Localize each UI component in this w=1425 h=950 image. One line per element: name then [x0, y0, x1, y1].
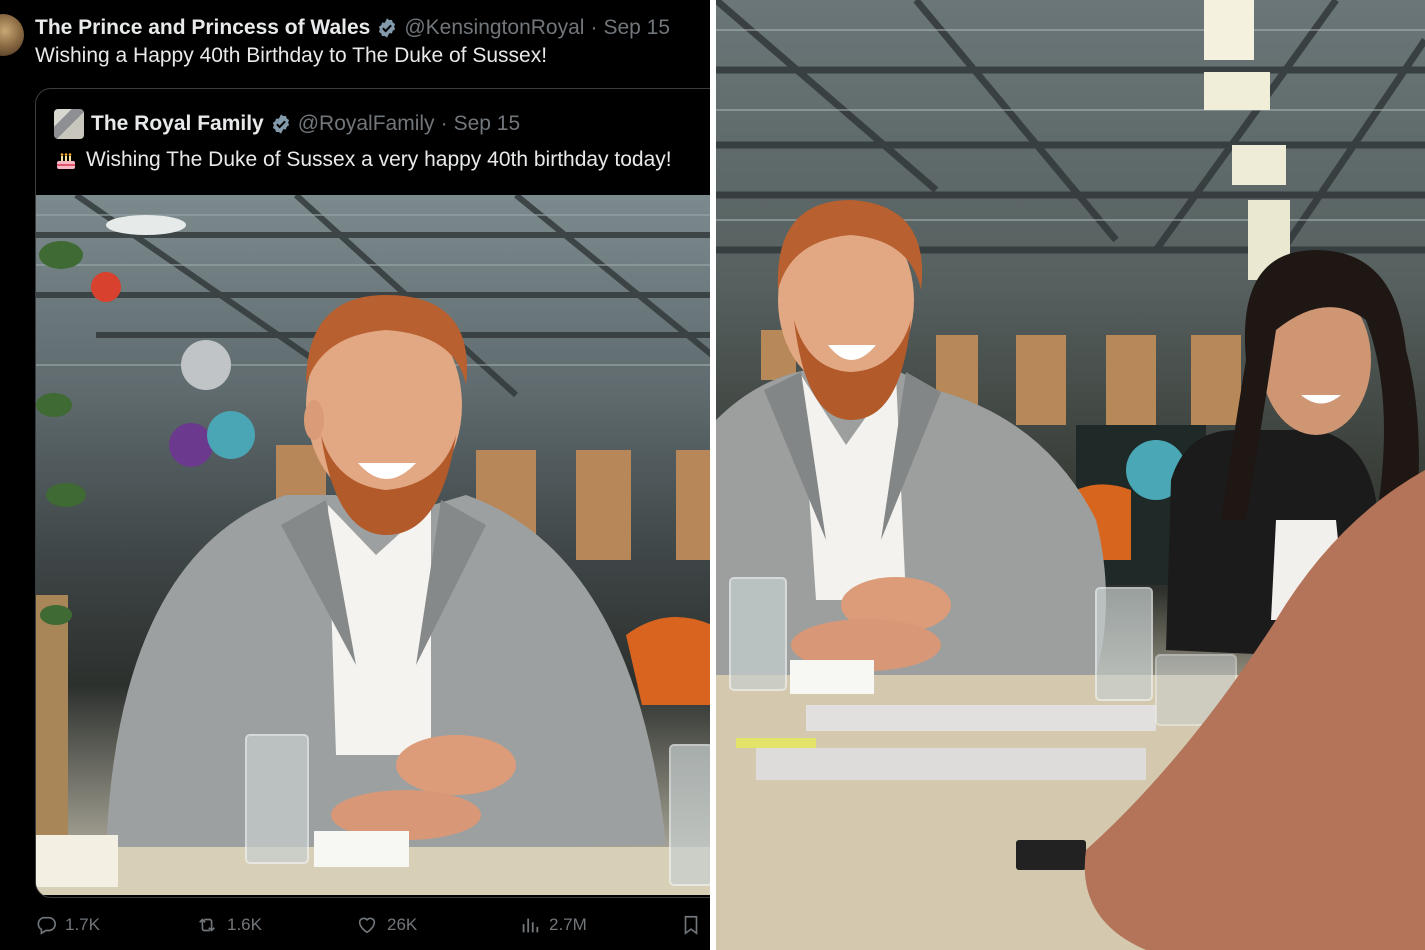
- post-text: Wishing a Happy 40th Birthday to The Duk…: [35, 44, 548, 67]
- verified-badge-icon: [270, 113, 292, 135]
- bookmark-button[interactable]: [680, 910, 702, 940]
- repost-count: 1.6K: [227, 915, 262, 934]
- views-bar-chart-icon: [519, 914, 541, 936]
- reply-button[interactable]: 1.7K: [35, 910, 100, 940]
- quoted-post-card[interactable]: The Royal Family @RoyalFamily · Sep 15 W…: [35, 88, 710, 898]
- quoted-author-avatar: [54, 109, 84, 139]
- reply-count: 1.7K: [65, 915, 100, 934]
- post-action-bar: 1.7K 1.6K 26K 2.7M: [35, 910, 710, 940]
- quoted-post-header: The Royal Family @RoyalFamily · Sep 15: [91, 109, 520, 139]
- views-count: 2.7M: [549, 915, 587, 934]
- quoted-post-text: Wishing The Duke of Sussex a very happy …: [86, 148, 672, 171]
- verified-badge-icon: [376, 17, 398, 39]
- quoted-author-handle: @RoyalFamily: [297, 112, 435, 135]
- bookmark-icon: [680, 913, 702, 937]
- post-separator: ·: [590, 16, 598, 39]
- post-date[interactable]: Sep 15: [603, 16, 670, 40]
- like-count: 26K: [387, 915, 418, 934]
- quoted-separator: ·: [440, 112, 448, 135]
- post-header: The Prince and Princess of Wales @Kensin…: [35, 14, 670, 42]
- event-photo: [716, 0, 1425, 950]
- post-author-name[interactable]: The Prince and Princess of Wales: [35, 16, 370, 40]
- quoted-post-photo[interactable]: [36, 195, 710, 895]
- repost-icon: [195, 914, 219, 936]
- reply-icon: [35, 914, 57, 936]
- photo-illustration: [716, 0, 1425, 950]
- quoted-post-text-row: Wishing The Duke of Sussex a very happy …: [54, 145, 672, 175]
- like-button[interactable]: 26K: [355, 910, 417, 940]
- post-author-handle[interactable]: @KensingtonRoyal: [404, 16, 584, 40]
- birthday-cake-icon: [54, 148, 78, 172]
- heart-icon: [355, 914, 379, 936]
- post-panel: The Prince and Princess of Wales @Kensin…: [0, 0, 710, 950]
- repost-button[interactable]: 1.6K: [195, 910, 262, 940]
- photo-illustration: [36, 195, 710, 895]
- views-button[interactable]: 2.7M: [519, 910, 587, 940]
- author-avatar[interactable]: [0, 14, 24, 56]
- quoted-post-date: Sep 15: [453, 112, 521, 135]
- quoted-author-name: The Royal Family: [91, 112, 264, 135]
